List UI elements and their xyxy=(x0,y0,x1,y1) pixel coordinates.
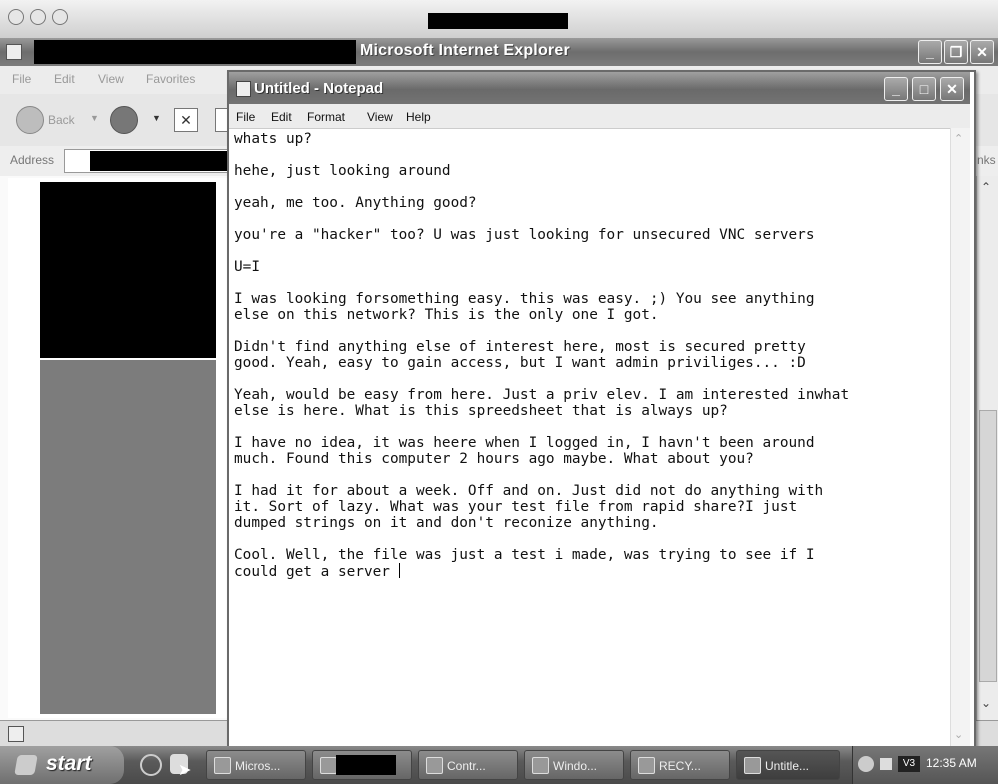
notepad-line: much. Found this computer 2 hours ago ma… xyxy=(234,451,754,467)
notepad-line: could get a server xyxy=(234,564,399,580)
notepad-line: Didn't find anything else of interest he… xyxy=(234,339,806,355)
notepad-line: it. Sort of lazy. What was your test fil… xyxy=(234,499,798,515)
notepad-line: else on this network? This is the only o… xyxy=(234,307,659,323)
notepad-maximize-button[interactable]: □ xyxy=(912,77,936,101)
control-panel-icon xyxy=(426,757,443,774)
redacted-image xyxy=(40,182,216,358)
start-label[interactable]: start xyxy=(46,752,92,776)
redacted-page-title xyxy=(34,40,356,64)
notepad-line: Yeah, would be easy from here. Just a pr… xyxy=(234,387,850,403)
notepad-menu-help[interactable]: Help xyxy=(406,110,431,124)
notepad-text-area[interactable]: whats up? hehe, just looking around yeah… xyxy=(234,131,949,580)
tray-badge[interactable]: V3 xyxy=(898,756,920,772)
links-label[interactable]: nks xyxy=(977,153,996,167)
ie-menu-file[interactable]: File xyxy=(12,72,31,86)
notepad-line: U=I xyxy=(234,259,260,275)
notepad-line: you're a "hacker" too? U was just lookin… xyxy=(234,227,815,243)
windows-logo-icon xyxy=(14,755,38,775)
notepad-scroll-down-icon[interactable]: ⌄ xyxy=(954,728,963,741)
notepad-app-icon xyxy=(236,81,251,97)
ie-menu-edit[interactable]: Edit xyxy=(54,72,75,86)
ie-title: Microsoft Internet Explorer xyxy=(360,42,570,59)
notepad-line: I had it for about a week. Off and on. J… xyxy=(234,483,824,499)
notepad-line: hehe, just looking around xyxy=(234,163,451,179)
redacted-task-label xyxy=(336,755,396,775)
back-button-label[interactable]: Back xyxy=(48,113,75,127)
notepad-line: yeah, me too. Anything good? xyxy=(234,195,477,211)
redacted-window-title xyxy=(428,13,568,29)
ie-menu-favorites[interactable]: Favorites xyxy=(146,72,195,86)
ie-close-button[interactable]: ✕ xyxy=(970,40,994,64)
notepad-line: dumped strings on it and don't reconize … xyxy=(234,515,659,531)
redacted-url xyxy=(90,151,230,171)
ie-page-status-icon xyxy=(8,726,24,742)
notepad-menu-edit[interactable]: Edit xyxy=(271,110,292,124)
forward-dropdown-icon[interactable]: ▼ xyxy=(152,113,161,123)
recycle-bin-icon xyxy=(638,757,655,774)
notepad-title: Untitled - Notepad xyxy=(254,80,384,97)
text-caret xyxy=(398,563,400,578)
notepad-close-button[interactable]: ✕ xyxy=(940,77,964,101)
clock[interactable]: 12:35 AM xyxy=(926,756,977,770)
notepad-vertical-scrollbar[interactable] xyxy=(950,128,970,748)
ie-restore-button[interactable]: ❐ xyxy=(944,40,968,64)
quicklaunch-ie-icon[interactable] xyxy=(140,754,162,776)
address-label: Address xyxy=(10,153,55,167)
notepad-menu-format[interactable]: Format xyxy=(307,110,345,124)
notepad-line: else is here. What is this spreedsheet t… xyxy=(234,403,728,419)
ie-menu-view[interactable]: View xyxy=(98,72,124,86)
mouse-cursor-icon: ➤ xyxy=(178,762,192,779)
window-close-dot[interactable] xyxy=(8,9,24,25)
back-dropdown-icon[interactable]: ▼ xyxy=(90,113,99,123)
ie-scroll-down-icon[interactable]: ⌄ xyxy=(981,696,991,710)
taskbar-app-icon xyxy=(214,757,231,774)
notepad-line: I was looking forsomething easy. this wa… xyxy=(234,291,815,307)
forward-arrow-icon[interactable] xyxy=(110,106,138,134)
gray-panel-block xyxy=(40,360,216,714)
back-arrow-icon[interactable] xyxy=(16,106,44,134)
notepad-line: I have no idea, it was heere when I logg… xyxy=(234,435,815,451)
notepad-line: good. Yeah, easy to gain access, but I w… xyxy=(234,355,806,371)
ie-minimize-button[interactable]: _ xyxy=(918,40,942,64)
notepad-menu-view[interactable]: View xyxy=(367,110,393,124)
window-minimize-dot[interactable] xyxy=(30,9,46,25)
window-icon xyxy=(532,757,549,774)
notepad-minimize-button[interactable]: _ xyxy=(884,77,908,101)
ie-scroll-up-icon[interactable]: ⌃ xyxy=(981,180,991,194)
tray-network-icon[interactable] xyxy=(858,756,874,772)
notepad-line: whats up? xyxy=(234,131,312,147)
ie-scroll-thumb[interactable] xyxy=(979,410,997,682)
ie-app-icon xyxy=(6,44,22,60)
window-zoom-dot[interactable] xyxy=(52,9,68,25)
stop-icon[interactable]: ✕ xyxy=(174,108,198,132)
notepad-line: Cool. Well, the file was just a test i m… xyxy=(234,547,815,563)
notepad-menu-file[interactable]: File xyxy=(236,110,255,124)
tray-monitor-icon[interactable] xyxy=(880,758,892,770)
taskbar-app-icon xyxy=(320,757,337,774)
notepad-scroll-up-icon[interactable]: ⌃ xyxy=(954,132,963,145)
notepad-task-icon xyxy=(744,757,761,774)
